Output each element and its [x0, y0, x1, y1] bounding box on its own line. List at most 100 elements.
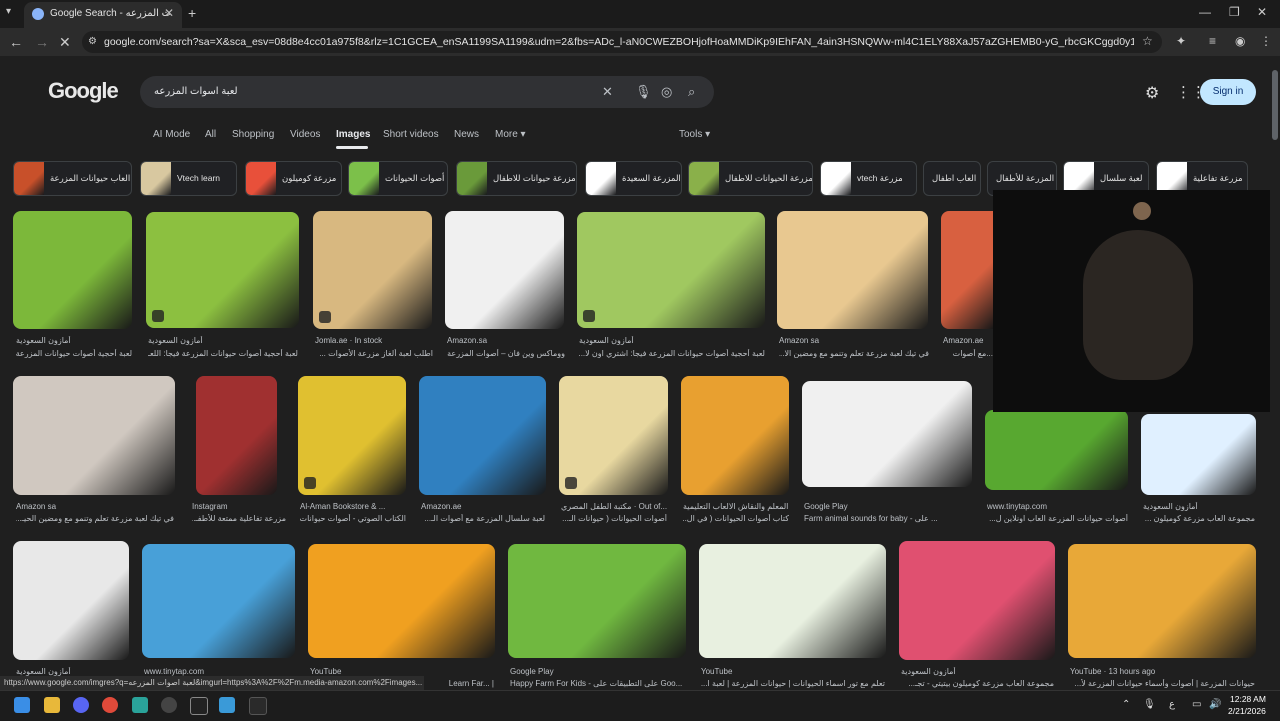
result-caption[interactable]: Happy Farm For Kids - على التطبيقات على … — [510, 679, 685, 688]
url-text[interactable]: google.com/search?sa=X&sca_esv=08d8e4cc0… — [104, 36, 1134, 48]
tab-short-videos[interactable]: Short videos — [383, 129, 439, 140]
result-image[interactable] — [681, 376, 789, 495]
result-image[interactable] — [308, 544, 495, 658]
result-image[interactable] — [802, 381, 972, 487]
result-caption[interactable]: ...مع أصوات — [943, 349, 993, 358]
chip-item[interactable]: المزرعة السعيدة — [585, 161, 682, 196]
site-info-icon[interactable]: ⚙ — [88, 36, 97, 47]
extensions-icon[interactable]: ✦ — [1176, 34, 1186, 48]
result-image[interactable] — [313, 211, 432, 329]
chip-item[interactable]: العاب اطفال — [923, 161, 981, 196]
clock-date[interactable]: 2/21/2026 — [1228, 706, 1266, 716]
result-image[interactable] — [13, 376, 175, 495]
search-input[interactable]: لعبة اسوات المزرعه — [154, 86, 238, 97]
result-caption[interactable]: لعبة سلسال المزرعة مع أصوات الـ... — [421, 514, 545, 523]
result-source[interactable]: أمازون السعودية — [579, 336, 765, 345]
forward-icon[interactable]: → — [35, 34, 49, 50]
result-caption[interactable]: كتاب أصوات الحيوانات ( في ال... — [683, 514, 789, 523]
result-source[interactable]: Amazon.sa — [447, 336, 565, 345]
chip-item[interactable]: مزرعة الحيوانات للاطفال — [688, 161, 813, 196]
result-caption[interactable]: أصوات الحيوانات ( حيوانات الـ... — [561, 514, 667, 523]
result-image[interactable] — [142, 544, 295, 658]
result-source[interactable]: www.tinytap.com — [144, 667, 294, 676]
tools-button[interactable]: Tools ▾ — [679, 129, 710, 140]
result-image[interactable] — [1068, 544, 1256, 658]
tab-all[interactable]: All — [205, 129, 216, 140]
result-source[interactable]: YouTube — [310, 667, 494, 676]
result-source[interactable]: Jomla.ae · In stock — [315, 336, 433, 345]
discord-icon[interactable] — [73, 697, 89, 713]
tab-more[interactable]: More ▾ — [495, 129, 526, 140]
chip-item[interactable]: vtech مزرعة — [820, 161, 917, 196]
result-image[interactable] — [777, 211, 928, 329]
minimize-icon[interactable]: — — [1199, 5, 1211, 19]
media-controls-icon[interactable]: ≡ — [1209, 34, 1216, 48]
chrome-icon[interactable] — [102, 697, 118, 713]
app-icon-2[interactable] — [219, 697, 235, 713]
result-source[interactable]: Instagram — [192, 502, 286, 511]
result-caption[interactable]: في تيك لعبة مزرعة تعلم وتنمو مع ومضين ال… — [16, 514, 174, 523]
result-image[interactable] — [13, 541, 129, 660]
result-caption[interactable]: اطلب لعبة ألغاز مزرعة الأصوات ... — [315, 349, 433, 358]
language-icon[interactable]: ع — [1169, 699, 1175, 710]
result-caption[interactable]: ووماكس وين فان – أصوات المزرعة ... — [447, 349, 565, 358]
chip-item[interactable]: مزرعة حيوانات للاطفال — [456, 161, 577, 196]
tab-videos[interactable]: Videos — [290, 129, 320, 140]
result-caption[interactable]: لعبة أحجية أصوات حيوانات المزرعة فيجا: ا… — [148, 349, 298, 358]
chip-item[interactable]: مزرعة كوميلون — [245, 161, 342, 196]
result-caption[interactable]: لعبة أحجية أصوات حيوانات المزرعة فيجا: ا… — [579, 349, 765, 358]
capcut-icon[interactable] — [190, 697, 208, 715]
tray-chevron-icon[interactable]: ⌃ — [1122, 699, 1130, 710]
tab-news[interactable]: News — [454, 129, 479, 140]
result-source[interactable]: YouTube — [701, 667, 885, 676]
result-source[interactable]: Google Play — [510, 667, 685, 676]
result-caption[interactable]: Farm animal sounds for baby - على ... — [804, 514, 972, 523]
tab-ai-mode[interactable]: AI Mode — [153, 129, 190, 140]
browser-tab[interactable]: Google Search - لعبة أصوات المزرعه ✕ — [24, 2, 182, 28]
result-source[interactable]: المعلم والنقاش الالعاب التعليمية — [683, 502, 789, 511]
result-caption[interactable]: في تيك لعبة مزرعة تعلم وتنمو مع ومضين ال… — [779, 349, 929, 358]
result-source[interactable]: Google Play — [804, 502, 972, 511]
result-image[interactable] — [559, 376, 668, 495]
chip-item[interactable]: Vtech learn — [140, 161, 237, 196]
result-caption[interactable]: مجموعة العاب مزرعة كوميلون ... — [1143, 514, 1255, 523]
settings-gear-icon[interactable]: ⚙ — [1145, 83, 1159, 103]
app-icon[interactable] — [132, 697, 148, 713]
result-image[interactable] — [298, 376, 406, 495]
result-image[interactable] — [508, 544, 686, 658]
result-source[interactable]: Amazon sa — [779, 336, 929, 345]
result-caption[interactable]: حيوانات المزرعة | أصوات وأسماء حيوانات ا… — [1070, 679, 1255, 688]
result-source[interactable]: Amazon sa — [16, 502, 174, 511]
maximize-icon[interactable]: ❐ — [1229, 5, 1240, 19]
obs-icon[interactable] — [161, 697, 177, 713]
app-icon-3[interactable] — [249, 697, 267, 715]
result-caption[interactable]: مزرعة تفاعلية ممتعة للأطفـ... — [192, 514, 286, 523]
windows-start-icon[interactable] — [14, 697, 30, 713]
back-icon[interactable]: ← — [9, 34, 23, 50]
result-image[interactable] — [941, 211, 993, 329]
search-icon[interactable]: ⌕ — [688, 84, 695, 100]
clock-time[interactable]: 12:28 AM — [1230, 694, 1266, 704]
menu-icon[interactable]: ⋮ — [1260, 34, 1272, 48]
result-image[interactable] — [1141, 414, 1256, 495]
network-icon[interactable]: ▭ — [1192, 699, 1201, 710]
reload-icon[interactable]: ✕ — [59, 34, 71, 51]
result-image[interactable] — [196, 376, 277, 495]
profile-icon[interactable]: ◉ — [1235, 34, 1245, 48]
result-source[interactable]: أمازون السعودية — [16, 667, 129, 676]
result-image[interactable] — [899, 541, 1055, 660]
result-caption[interactable]: أصوات حيوانات المزرعة العاب اونلاين ل... — [987, 514, 1128, 523]
result-source[interactable]: أمازون السعودية — [16, 336, 132, 345]
result-source[interactable]: www.tinytap.com — [987, 502, 1128, 511]
result-source[interactable]: أمازون السعودية — [1143, 502, 1255, 511]
result-image[interactable] — [985, 410, 1128, 490]
result-image[interactable] — [699, 544, 886, 658]
voice-search-icon[interactable]: 🎙 — [635, 84, 652, 100]
result-source[interactable]: YouTube · 13 hours ago — [1070, 667, 1255, 676]
new-tab-icon[interactable]: + — [188, 5, 196, 21]
tab-search-icon[interactable]: ▾ — [6, 6, 11, 17]
result-image[interactable] — [146, 212, 299, 328]
tab-shopping[interactable]: Shopping — [232, 129, 274, 140]
file-explorer-icon[interactable] — [44, 697, 60, 713]
result-image[interactable] — [419, 376, 546, 495]
